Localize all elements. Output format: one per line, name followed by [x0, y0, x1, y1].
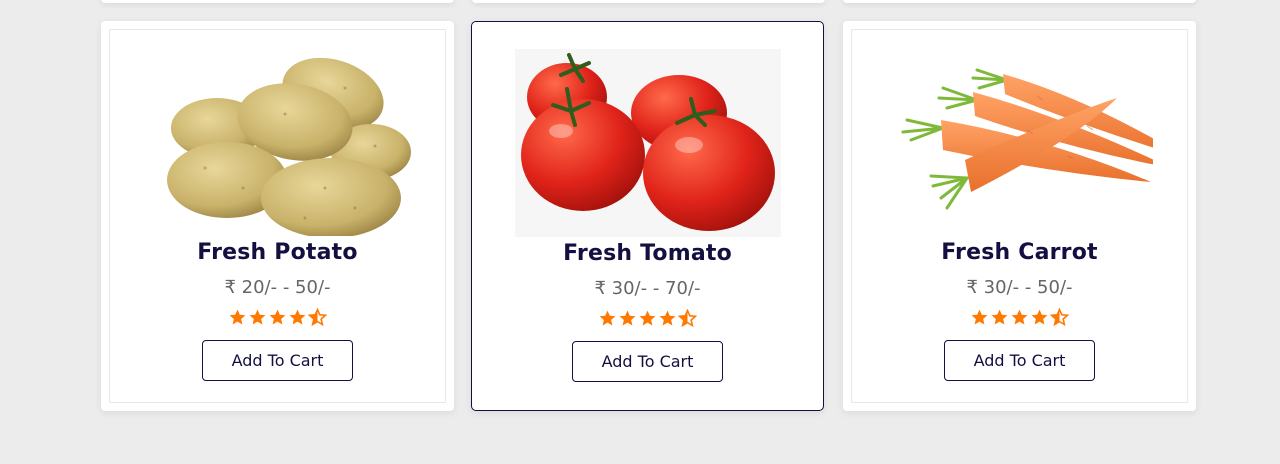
tomato-image	[514, 49, 781, 237]
star-icon	[971, 309, 988, 325]
star-icon	[289, 309, 306, 325]
potato-image	[145, 48, 411, 236]
product-grid: Fresh Potato ₹ 20/- - 50/- Add To Cart F…	[0, 0, 1280, 464]
product-price: ₹ 30/- - 50/-	[966, 277, 1073, 298]
star-icon	[1031, 309, 1048, 325]
star-icon	[991, 309, 1008, 325]
product-price: ₹ 30/- - 70/-	[594, 278, 701, 299]
product-name: Fresh Potato	[197, 240, 358, 265]
star-icon	[599, 310, 616, 326]
star-icon	[619, 310, 636, 326]
product-name: Fresh Tomato	[563, 241, 732, 266]
rating-stars	[598, 309, 697, 329]
product-card-tomato[interactable]: Fresh Tomato ₹ 30/- - 70/- Add To Cart	[471, 21, 824, 411]
product-price: ₹ 20/- - 50/-	[224, 277, 331, 298]
product-card-potato[interactable]: Fresh Potato ₹ 20/- - 50/- Add To Cart	[101, 21, 454, 411]
product-card-above	[843, 0, 1196, 3]
star-icon	[269, 309, 286, 325]
star-icon	[229, 309, 246, 325]
product-name: Fresh Carrot	[941, 240, 1098, 265]
product-card-above	[472, 0, 825, 3]
star-icon	[659, 310, 676, 326]
add-to-cart-button[interactable]: Add To Cart	[202, 340, 353, 381]
add-to-cart-button[interactable]: Add To Cart	[572, 341, 723, 382]
star-half-icon	[308, 308, 327, 327]
carrot-image	[887, 48, 1153, 236]
product-card-above	[101, 0, 454, 3]
star-icon	[1011, 309, 1028, 325]
product-card-carrot[interactable]: Fresh Carrot ₹ 30/- - 50/- Add To Cart	[843, 21, 1196, 411]
star-icon	[639, 310, 656, 326]
rating-stars	[228, 308, 327, 328]
star-icon	[249, 309, 266, 325]
add-to-cart-button[interactable]: Add To Cart	[944, 340, 1095, 381]
star-half-icon	[678, 309, 697, 328]
rating-stars	[970, 308, 1069, 328]
star-half-icon	[1050, 308, 1069, 327]
